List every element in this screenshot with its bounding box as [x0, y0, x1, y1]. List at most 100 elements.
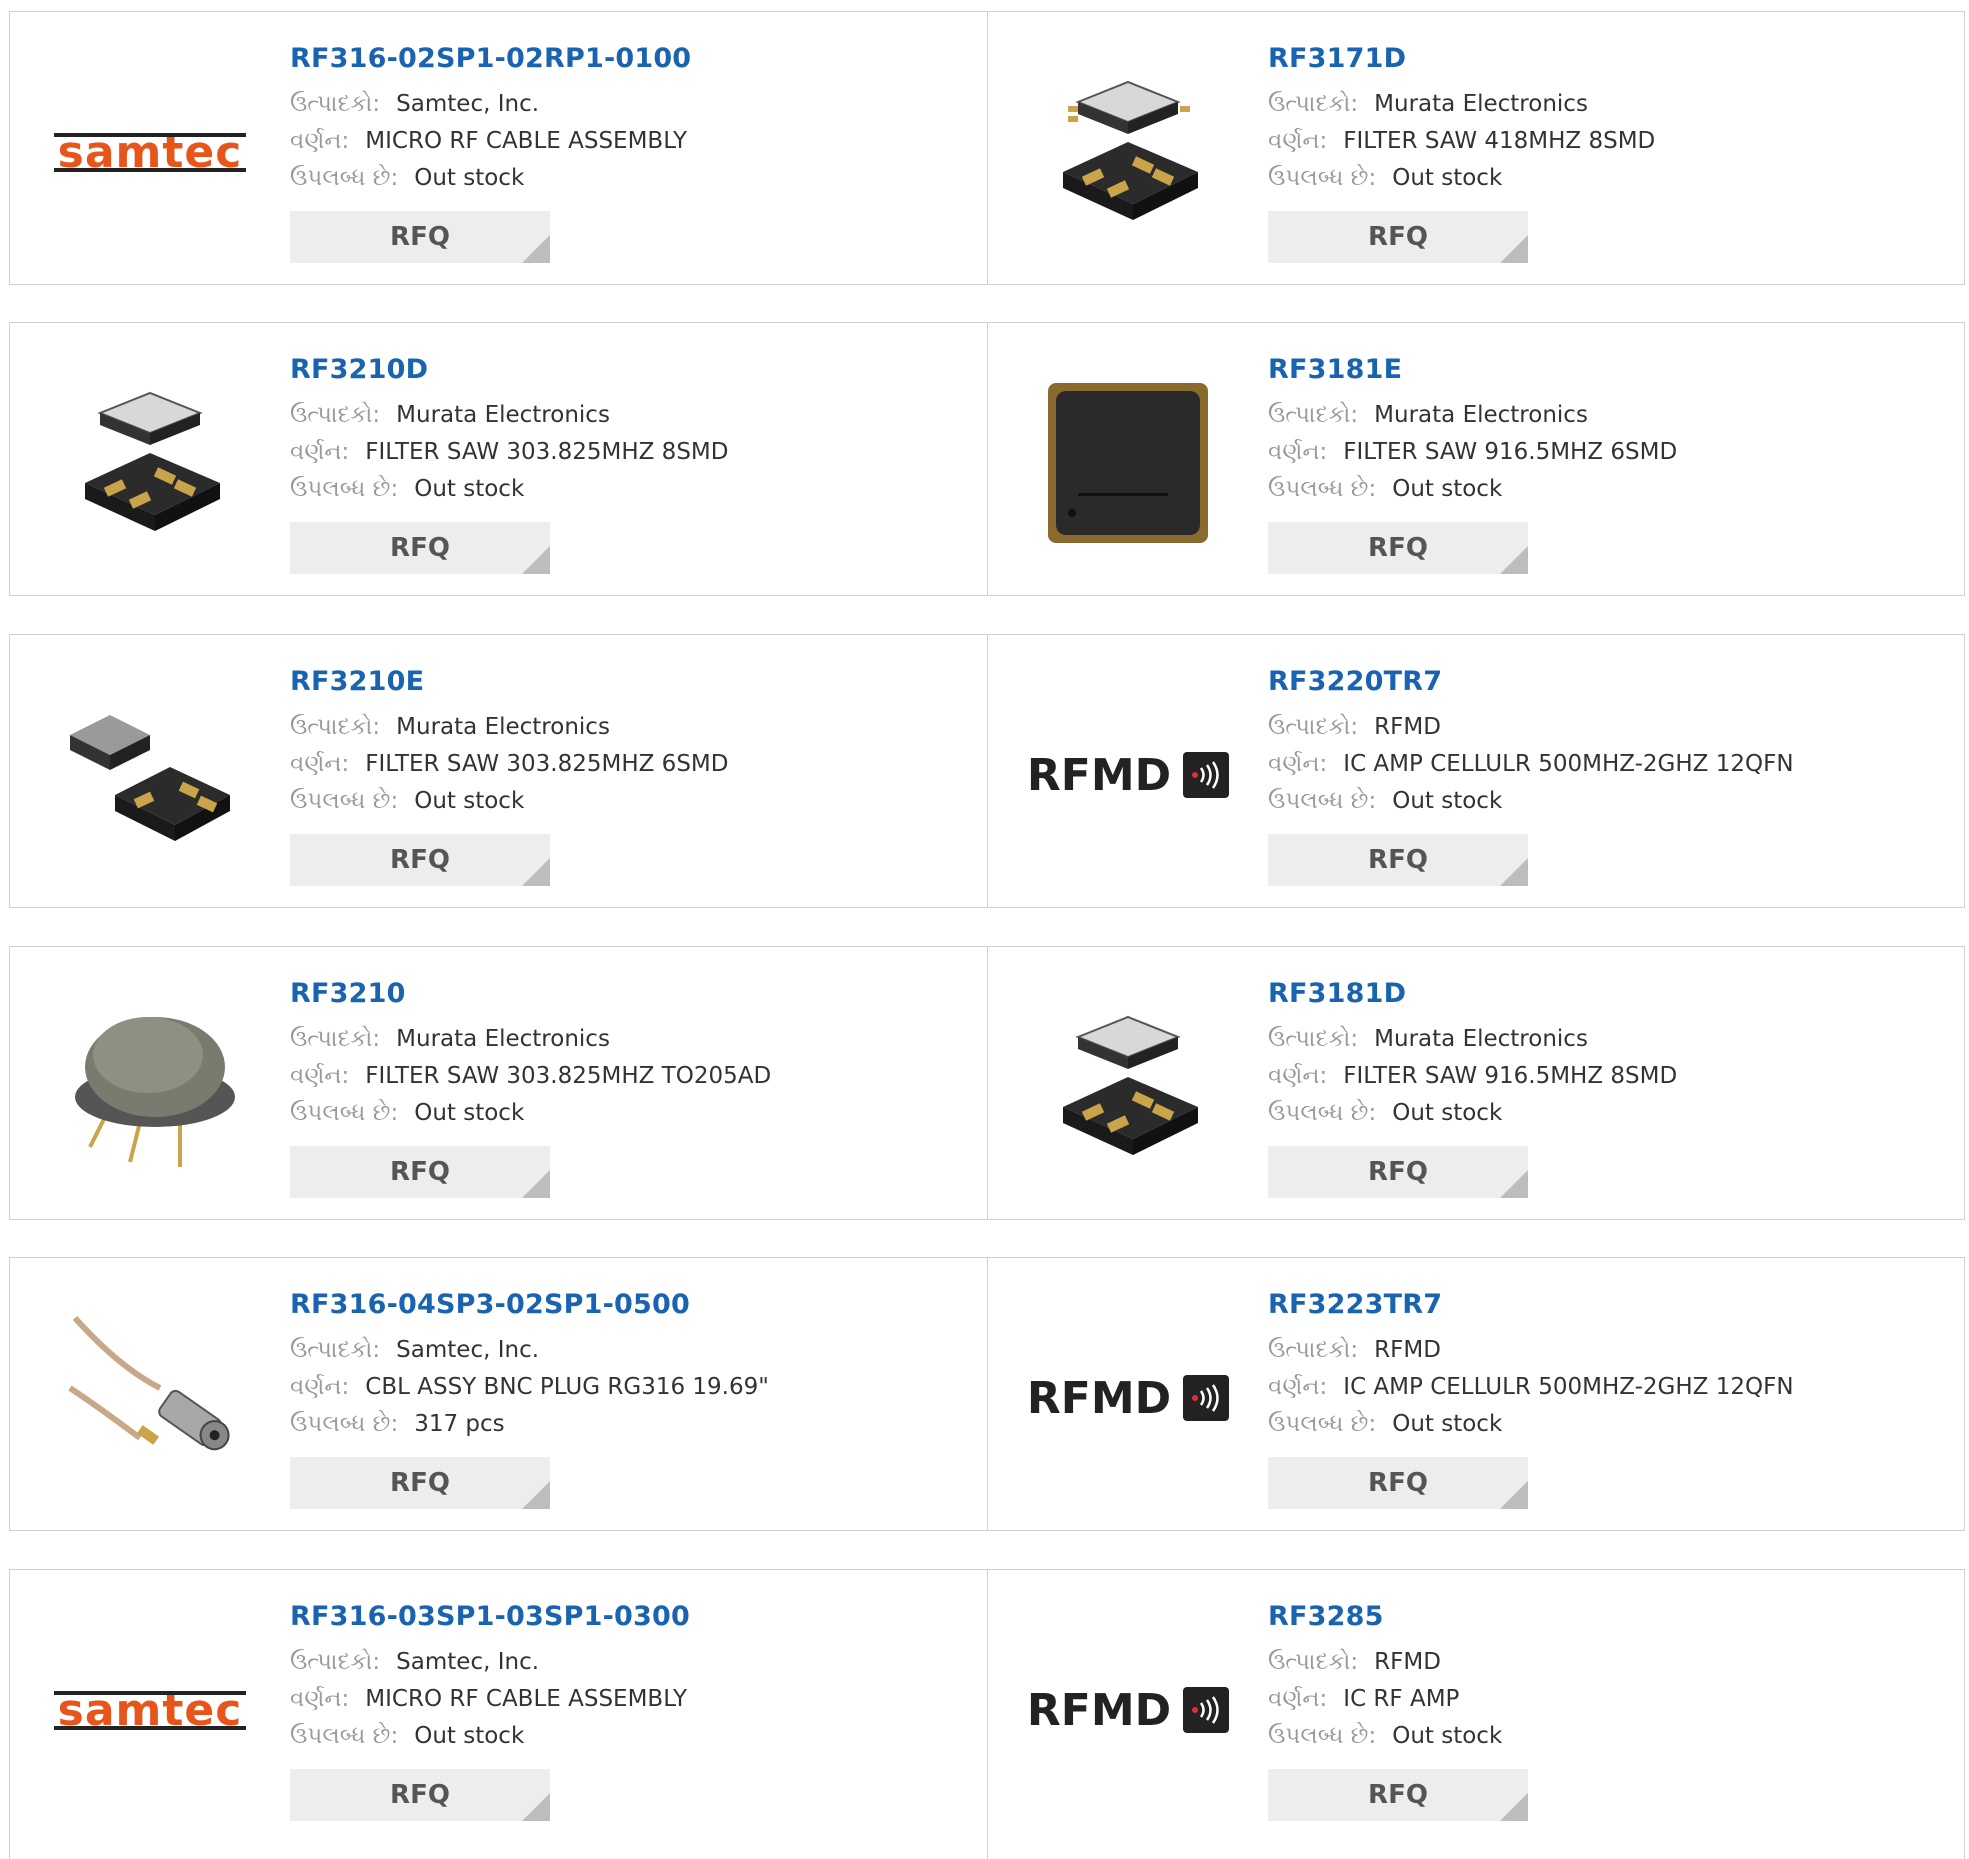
description-label: વર્ણન: [1268, 439, 1328, 465]
rfq-button[interactable]: RFQ [290, 522, 550, 574]
description-line: વર્ણન: FILTER SAW 303.825MHZ 6SMD [290, 746, 967, 783]
manufacturer-line: ઉત્પાદકો: RFMD [1268, 1644, 1945, 1681]
manufacturer-label: ઉત્પાદકો: [290, 1649, 381, 1675]
availability-value: Out stock [1392, 788, 1503, 814]
smd-6pin-package-icon [70, 715, 230, 841]
manufacturer-line: ઉત્પાદકો: Samtec, Inc. [290, 1332, 967, 1369]
product-row: samtec RF316-02SP1-02RP1-0100 ઉત્પાદકો: S… [9, 11, 1965, 285]
manufacturer-line: ઉત્પાદકો: Samtec, Inc. [290, 1644, 967, 1681]
manufacturer-line: ઉત્પાદકો: Murata Electronics [1268, 86, 1945, 123]
product-card: RF3181E ઉત્પાદકો: Murata Electronics વર્ણ… [987, 323, 1965, 595]
description-value: IC AMP CELLULR 500MHZ-2GHZ 12QFN [1343, 1374, 1794, 1400]
description-label: વર્ણન: [290, 128, 350, 154]
part-number-link[interactable]: RF3210E [290, 665, 967, 699]
product-card: RF3210D ઉત્પાદકો: Murata Electronics વર્ણ… [10, 323, 987, 595]
product-image[interactable]: RFMD [1027, 1610, 1230, 1810]
availability-line: ઉપલબ્ધ છે: Out stock [1268, 471, 1945, 508]
manufacturer-line: ઉત્પાદકો: Samtec, Inc. [290, 86, 967, 123]
manufacturer-value: RFMD [1374, 714, 1441, 740]
description-label: વર્ણન: [1268, 1374, 1328, 1400]
product-image[interactable] [1028, 52, 1228, 252]
product-image[interactable] [50, 363, 250, 563]
description-value: FILTER SAW 916.5MHZ 6SMD [1343, 439, 1678, 465]
rfq-button[interactable]: RFQ [290, 834, 550, 886]
availability-line: ઉપલબ્ધ છે: Out stock [1268, 1406, 1945, 1443]
rfq-button[interactable]: RFQ [1268, 1769, 1528, 1821]
rfq-button[interactable]: RFQ [1268, 1457, 1528, 1509]
description-label: વર્ણન: [1268, 1063, 1328, 1089]
availability-line: ઉપલબ્ધ છે: Out stock [1268, 160, 1945, 197]
availability-label: ઉપલબ્ધ છે: [290, 476, 399, 502]
description-value: FILTER SAW 303.825MHZ 8SMD [365, 439, 729, 465]
product-image[interactable]: samtec [50, 52, 250, 252]
product-card: RFMD RF3223TR7 ઉત્પાદકો: RFMD વર્ણન: IC AM… [987, 1258, 1965, 1530]
part-number-link[interactable]: RF3210D [290, 353, 967, 387]
smd-square-package-icon [1048, 383, 1208, 543]
product-card: samtec RF316-02SP1-02RP1-0100 ઉત્પાદકો: S… [10, 12, 987, 284]
signal-waves-icon [1183, 752, 1230, 798]
smd-8pin-package-icon [1063, 80, 1198, 220]
part-number-link[interactable]: RF3181D [1268, 977, 1945, 1011]
product-row: RF3210E ઉત્પાદકો: Murata Electronics વર્ણ… [9, 634, 1965, 908]
product-card: RF316-04SP3-02SP1-0500 ઉત્પાદકો: Samtec, … [10, 1258, 987, 1530]
description-line: વર્ણન: FILTER SAW 916.5MHZ 6SMD [1268, 434, 1945, 471]
manufacturer-value: RFMD [1374, 1649, 1441, 1675]
rfq-button[interactable]: RFQ [1268, 522, 1528, 574]
description-line: વર્ણન: FILTER SAW 418MHZ 8SMD [1268, 123, 1945, 160]
part-number-link[interactable]: RF3220TR7 [1268, 665, 1945, 699]
description-label: વર્ણન: [1268, 128, 1328, 154]
rfq-button[interactable]: RFQ [290, 1769, 550, 1821]
description-value: FILTER SAW 303.825MHZ TO205AD [365, 1063, 772, 1089]
product-image[interactable] [50, 1298, 250, 1498]
part-number-link[interactable]: RF316-02SP1-02RP1-0100 [290, 42, 967, 76]
product-image[interactable] [1028, 363, 1228, 563]
product-image[interactable] [50, 675, 250, 875]
part-number-link[interactable]: RF316-03SP1-03SP1-0300 [290, 1600, 967, 1634]
availability-label: ઉપલબ્ધ છે: [290, 1723, 399, 1749]
rfq-button[interactable]: RFQ [1268, 834, 1528, 886]
rfq-button[interactable]: RFQ [290, 1146, 550, 1198]
availability-value: Out stock [414, 476, 525, 502]
description-value: FILTER SAW 303.825MHZ 6SMD [365, 751, 729, 777]
rfq-button[interactable]: RFQ [290, 211, 550, 263]
description-line: વર્ણન: FILTER SAW 303.825MHZ 8SMD [290, 434, 967, 471]
description-line: વર્ણન: CBL ASSY BNC PLUG RG316 19.69" [290, 1369, 967, 1406]
availability-line: ઉપલબ્ધ છે: Out stock [1268, 1718, 1945, 1755]
manufacturer-label: ઉત્પાદકો: [1268, 1337, 1359, 1363]
product-row: RF3210D ઉત્પાદકો: Murata Electronics વર્ણ… [9, 322, 1965, 596]
rfq-button[interactable]: RFQ [1268, 211, 1528, 263]
manufacturer-label: ઉત્પાદકો: [1268, 91, 1359, 117]
availability-value: Out stock [414, 1100, 525, 1126]
availability-value: Out stock [1392, 1100, 1503, 1126]
availability-line: ઉપલબ્ધ છે: Out stock [290, 1718, 967, 1755]
manufacturer-line: ઉત્પાદકો: RFMD [1268, 709, 1945, 746]
manufacturer-line: ઉત્પાદકો: Murata Electronics [1268, 1021, 1945, 1058]
product-image[interactable] [50, 987, 250, 1187]
product-image[interactable]: samtec [50, 1610, 250, 1810]
description-line: વર્ણન: MICRO RF CABLE ASSEMBLY [290, 1681, 967, 1718]
rfmd-logo-text: RFMD [1026, 1372, 1172, 1424]
manufacturer-value: Samtec, Inc. [396, 91, 540, 117]
availability-value: Out stock [1392, 476, 1503, 502]
rfq-button[interactable]: RFQ [1268, 1146, 1528, 1198]
availability-value: Out stock [414, 165, 525, 191]
description-value: FILTER SAW 916.5MHZ 8SMD [1343, 1063, 1678, 1089]
manufacturer-label: ઉત્પાદકો: [290, 91, 381, 117]
to205-can-package-icon [75, 1017, 235, 1167]
part-number-link[interactable]: RF3223TR7 [1268, 1288, 1945, 1322]
part-number-link[interactable]: RF3285 [1268, 1600, 1945, 1634]
description-value: MICRO RF CABLE ASSEMBLY [365, 1686, 688, 1712]
part-number-link[interactable]: RF3181E [1268, 353, 1945, 387]
part-number-link[interactable]: RF3210 [290, 977, 967, 1011]
part-number-link[interactable]: RF3171D [1268, 42, 1945, 76]
description-line: વર્ણન: FILTER SAW 303.825MHZ TO205AD [290, 1058, 967, 1095]
product-image[interactable]: RFMD [1026, 1298, 1230, 1498]
availability-line: ઉપલબ્ધ છે: Out stock [1268, 783, 1945, 820]
product-image[interactable]: RFMD [1027, 675, 1230, 875]
product-image[interactable] [1028, 987, 1228, 1187]
manufacturer-value: Murata Electronics [396, 714, 610, 740]
rfq-button[interactable]: RFQ [290, 1457, 550, 1509]
availability-label: ઉપલબ્ધ છે: [290, 788, 399, 814]
description-line: વર્ણન: FILTER SAW 916.5MHZ 8SMD [1268, 1058, 1945, 1095]
part-number-link[interactable]: RF316-04SP3-02SP1-0500 [290, 1288, 967, 1322]
